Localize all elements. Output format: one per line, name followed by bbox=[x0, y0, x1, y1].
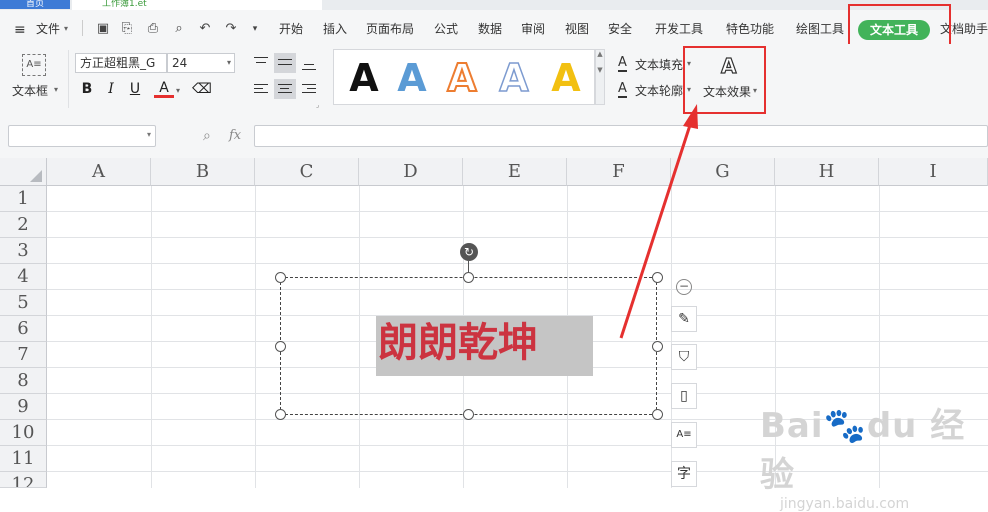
arrow-head bbox=[683, 104, 698, 129]
arrow-shaft bbox=[619, 121, 693, 339]
watermark-logo: Bai🐾du 经验 jingyan.baidu.com bbox=[760, 406, 966, 512]
